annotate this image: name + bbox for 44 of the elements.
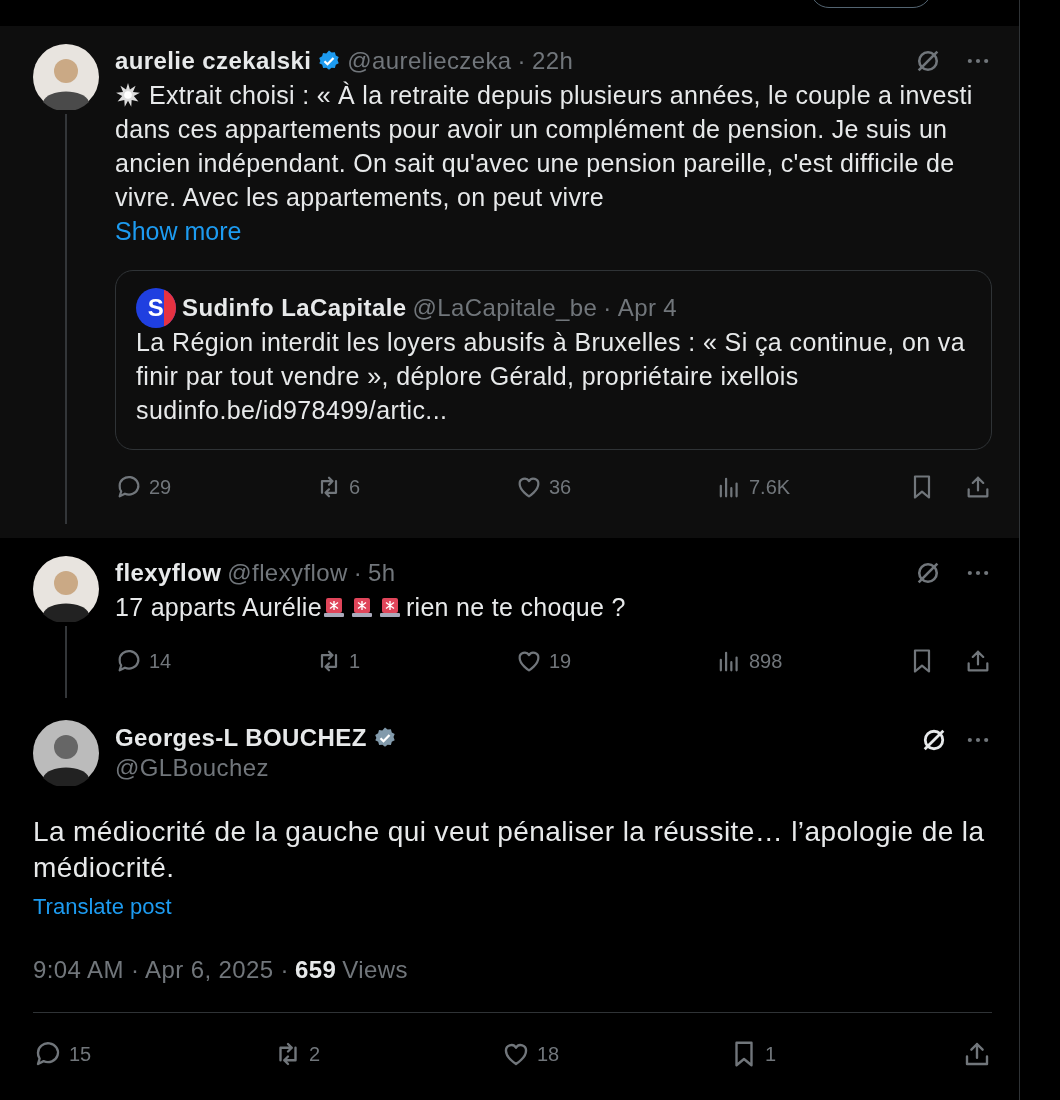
like-button[interactable]: 18 <box>501 1039 729 1069</box>
avatar <box>33 720 99 786</box>
siren-icon <box>377 595 402 619</box>
quoted-post-card[interactable] <box>115 270 992 450</box>
post-time[interactable]: 5h <box>368 559 396 587</box>
repost-button[interactable]: 2 <box>273 1039 501 1069</box>
translate-link[interactable]: Translate post <box>33 894 992 920</box>
avatar <box>33 44 99 110</box>
user-handle[interactable]: @LaCapitale_be <box>412 294 598 322</box>
like-button[interactable]: 19 <box>515 647 715 675</box>
like-button[interactable]: 36 <box>515 473 715 501</box>
separator-dot: · <box>603 294 612 322</box>
post-text: Extrait choisi : « À la retraite depuis plusieurs années, le couple a investi dans ces appartements pour avoir un complément de pension. Je suis un ancien indépendant. On sait qu'avec une pension pareille, c'est difficile de vivre. Avec les appartements, on peut vivre <box>115 78 992 214</box>
siren-icon <box>321 595 346 619</box>
post-time[interactable]: Apr 4 <box>617 294 678 322</box>
user-name[interactable]: Georges-L BOUCHEZ <box>115 724 367 752</box>
post-time[interactable]: 22h <box>532 47 574 75</box>
repost-button[interactable]: 6 <box>315 473 515 501</box>
user-name[interactable]: flexyflow <box>115 559 222 587</box>
show-more-link[interactable]: Show more <box>115 214 242 248</box>
separator-dot: · <box>353 559 363 587</box>
reply-button[interactable]: 15 <box>33 1039 273 1069</box>
user-handle[interactable]: @aurelieczeka <box>347 47 512 75</box>
repost-button[interactable]: 1 <box>315 647 515 675</box>
user-name[interactable]: aurelie czekalski <box>115 47 312 75</box>
logo: S <box>136 288 176 328</box>
views-button[interactable]: 7.6K <box>715 473 908 501</box>
post-text: rien ne te choque ? <box>405 593 626 621</box>
user-handle[interactable]: @flexyflow <box>227 559 348 587</box>
avatar <box>33 556 99 622</box>
separator-dot: · <box>517 47 526 75</box>
user-name[interactable]: Sudinfo LaCapitale <box>182 294 407 322</box>
link-text[interactable]: sudinfo.be/id978499/artic... <box>136 393 971 427</box>
post-timestamp: 9:04 AM · Apr 6, 2025 · <box>33 956 289 984</box>
views-label: Views <box>342 956 408 984</box>
views-button[interactable]: 898 <box>715 647 908 675</box>
post-text: 17 apparts Aurélie <box>115 593 322 621</box>
post-text: La médiocrité de la gauche qui veut pénaliser la réussite… l’apologie de la médiocrité. <box>33 815 986 885</box>
reply-button[interactable]: 29 <box>115 473 315 501</box>
user-handle[interactable]: @GLBouchez <box>115 754 397 782</box>
bookmark-button[interactable]: 1 <box>729 1039 962 1069</box>
views-count: 659 <box>295 956 337 984</box>
reply-button[interactable]: 14 <box>115 647 315 675</box>
siren-icon <box>349 595 374 619</box>
